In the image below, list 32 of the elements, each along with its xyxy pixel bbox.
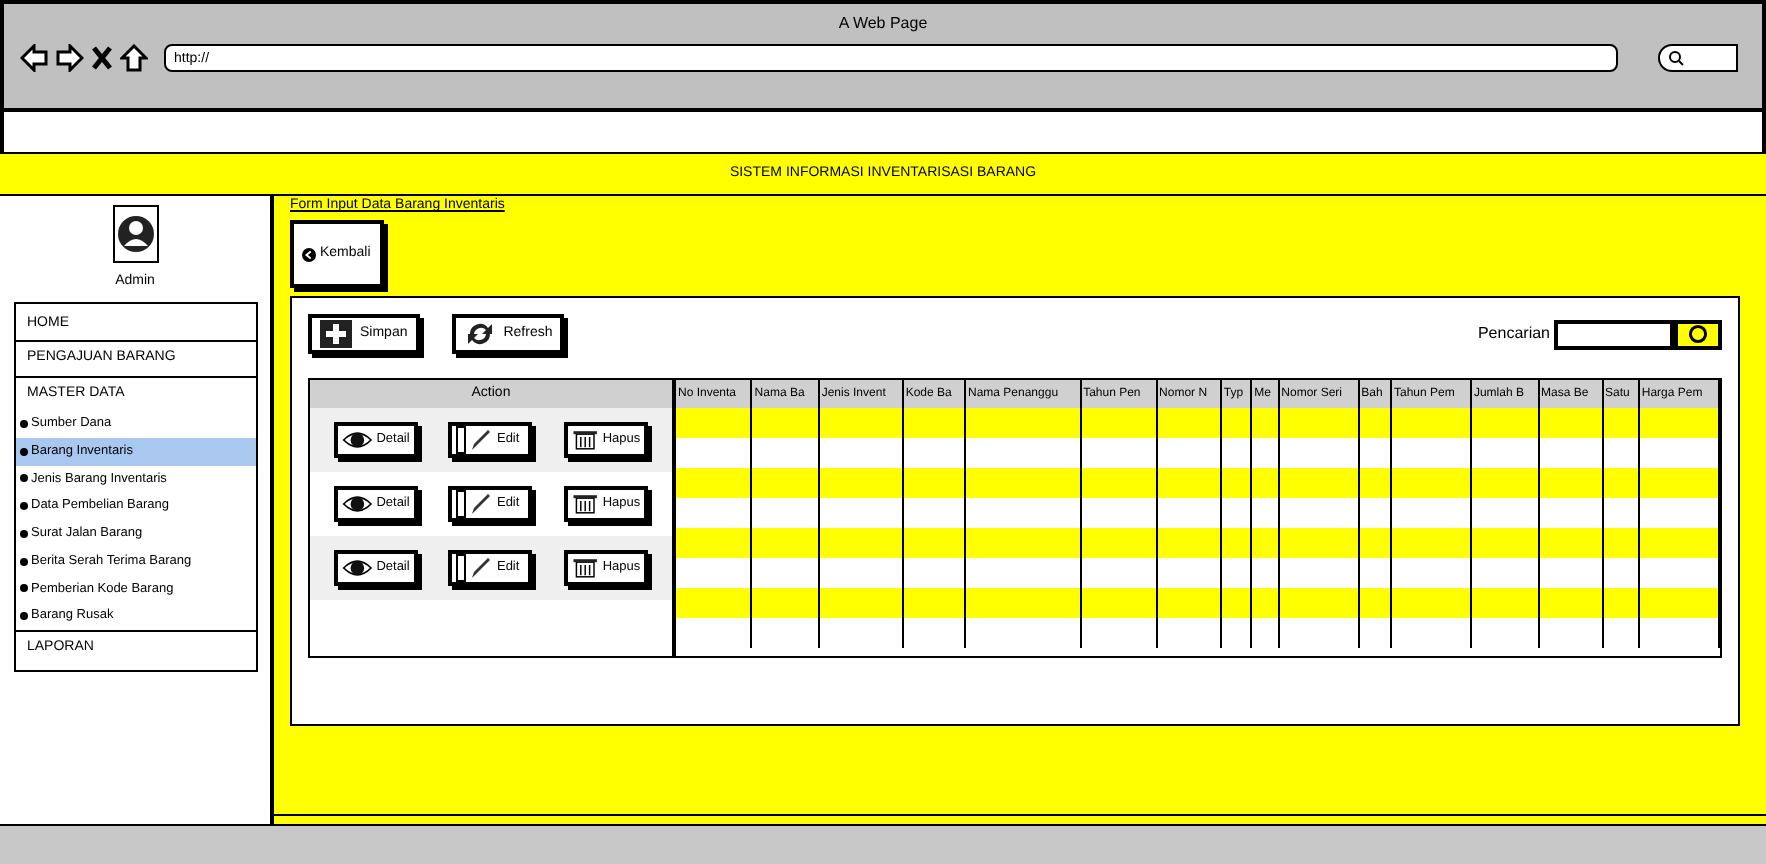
pencil-icon (456, 426, 493, 454)
bullet-icon (19, 612, 27, 621)
trash-icon (572, 554, 599, 582)
bullet-icon (19, 557, 27, 566)
home-icon[interactable] (120, 44, 148, 72)
window-title: A Web Page (838, 12, 928, 36)
plus-icon (320, 320, 352, 348)
search-field[interactable] (1658, 44, 1738, 72)
bullet-icon (19, 419, 27, 428)
trash-icon (572, 426, 599, 454)
search-icon (1686, 324, 1710, 344)
close-icon[interactable] (92, 46, 112, 70)
pencil-icon (456, 490, 493, 518)
eye-icon (341, 426, 373, 454)
bullet-icon (19, 529, 27, 538)
bullet-icon (19, 584, 27, 593)
eye-icon (341, 554, 373, 582)
trash-icon (572, 490, 599, 518)
search-label: Pencarian (1477, 322, 1552, 346)
user-avatar-icon (111, 204, 159, 264)
back-icon[interactable] (20, 44, 48, 72)
forward-icon[interactable] (56, 44, 84, 72)
refresh-icon (463, 320, 496, 348)
eye-icon (341, 490, 373, 518)
search-field[interactable] (1554, 319, 1674, 349)
bullet-icon (19, 474, 27, 483)
bullet-icon (19, 502, 27, 511)
search-icon (1668, 50, 1684, 66)
search-button[interactable] (1674, 319, 1722, 349)
bullet-icon (19, 447, 27, 456)
back-icon (302, 247, 316, 261)
pencil-icon (456, 554, 493, 582)
